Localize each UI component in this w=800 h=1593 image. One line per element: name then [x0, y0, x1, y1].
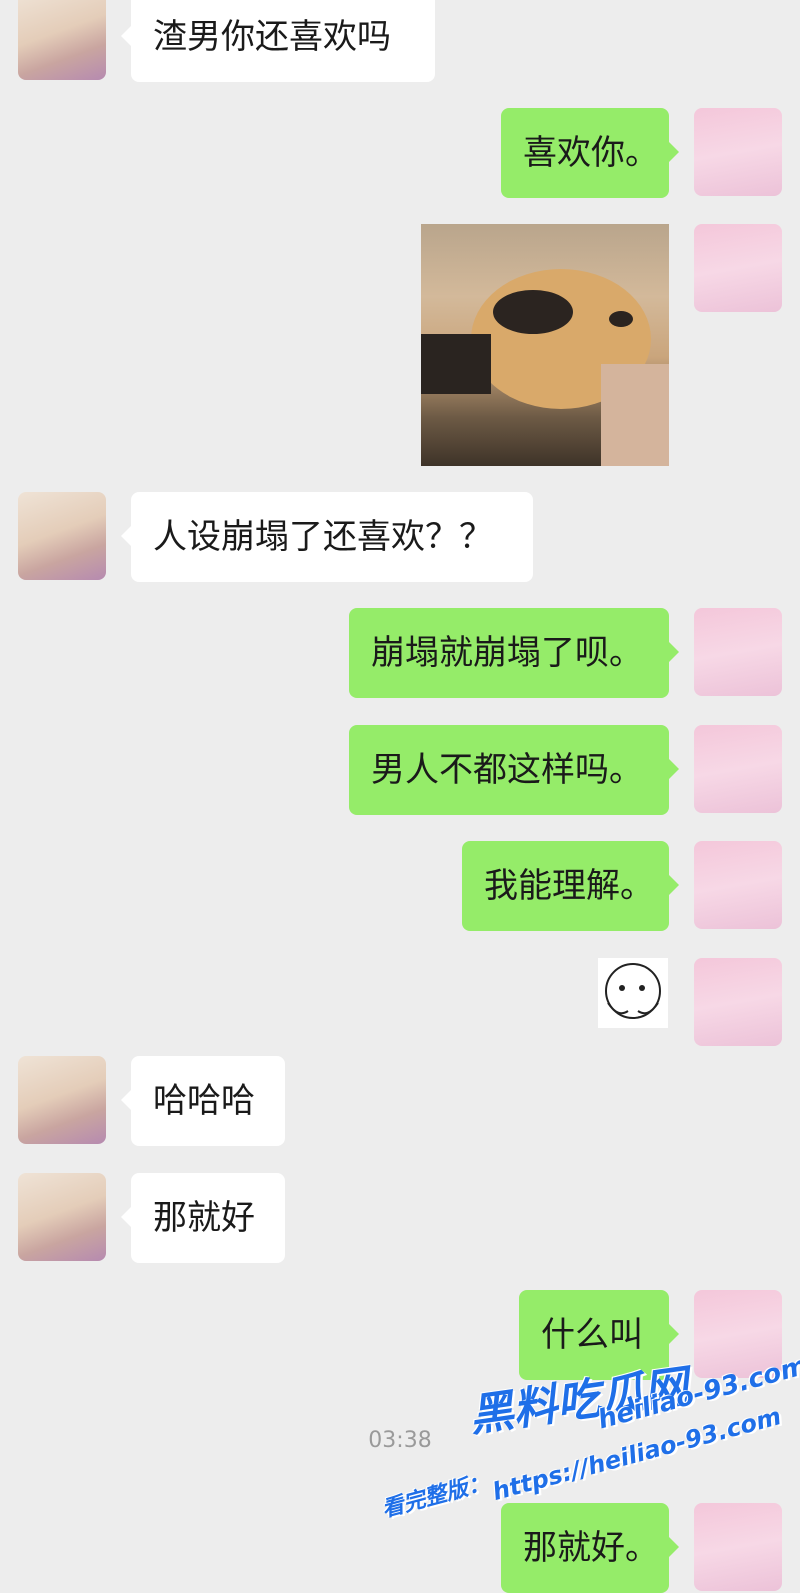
message-text: 崩塌就崩塌了呗。	[371, 633, 643, 673]
my-avatar[interactable]	[694, 108, 782, 196]
contact-avatar[interactable]	[18, 492, 106, 580]
message-bubble-right[interactable]: 那就好。	[501, 1503, 679, 1593]
message-text: 哈哈哈	[153, 1081, 255, 1121]
my-avatar[interactable]	[694, 608, 782, 696]
message-bubble-right[interactable]: 我能理解。	[462, 841, 679, 931]
message-text: 男人不都这样吗。	[371, 750, 643, 790]
my-avatar[interactable]	[694, 958, 782, 1046]
message-text: 我能理解。	[484, 866, 654, 906]
message-text: 那就好。	[523, 1528, 659, 1568]
contact-avatar[interactable]	[18, 1173, 106, 1261]
contact-avatar[interactable]	[18, 1056, 106, 1144]
message-text: 那就好	[153, 1198, 255, 1238]
my-avatar[interactable]	[694, 1503, 782, 1591]
message-bubble-right[interactable]: 崩塌就崩塌了呗。	[349, 608, 679, 698]
message-text: 渣男你还喜欢吗	[153, 17, 391, 57]
message-bubble-left[interactable]: 渣男你还喜欢吗	[121, 0, 435, 82]
my-avatar[interactable]	[694, 224, 782, 312]
message-bubble-right[interactable]: 男人不都这样吗。	[349, 725, 679, 815]
dog-photo-icon	[421, 269, 669, 466]
message-bubble-left[interactable]: 人设崩塌了还喜欢？？	[121, 492, 533, 582]
sticker-face-icon	[605, 963, 661, 1019]
message-bubble-left[interactable]: 哈哈哈	[121, 1056, 285, 1146]
message-bubble-right[interactable]: 喜欢你。	[501, 108, 679, 198]
my-avatar[interactable]	[694, 841, 782, 929]
watermark-full-label: 看完整版：	[379, 1470, 493, 1523]
message-text: 什么叫	[541, 1315, 643, 1355]
message-text: 人设崩塌了还喜欢？？	[153, 517, 493, 557]
sticker-message[interactable]	[598, 958, 668, 1028]
message-bubble-left[interactable]: 那就好	[121, 1173, 285, 1263]
message-text: 喜欢你。	[523, 133, 659, 173]
contact-avatar[interactable]	[18, 0, 106, 80]
my-avatar[interactable]	[694, 725, 782, 813]
image-message-dog[interactable]	[421, 224, 669, 466]
